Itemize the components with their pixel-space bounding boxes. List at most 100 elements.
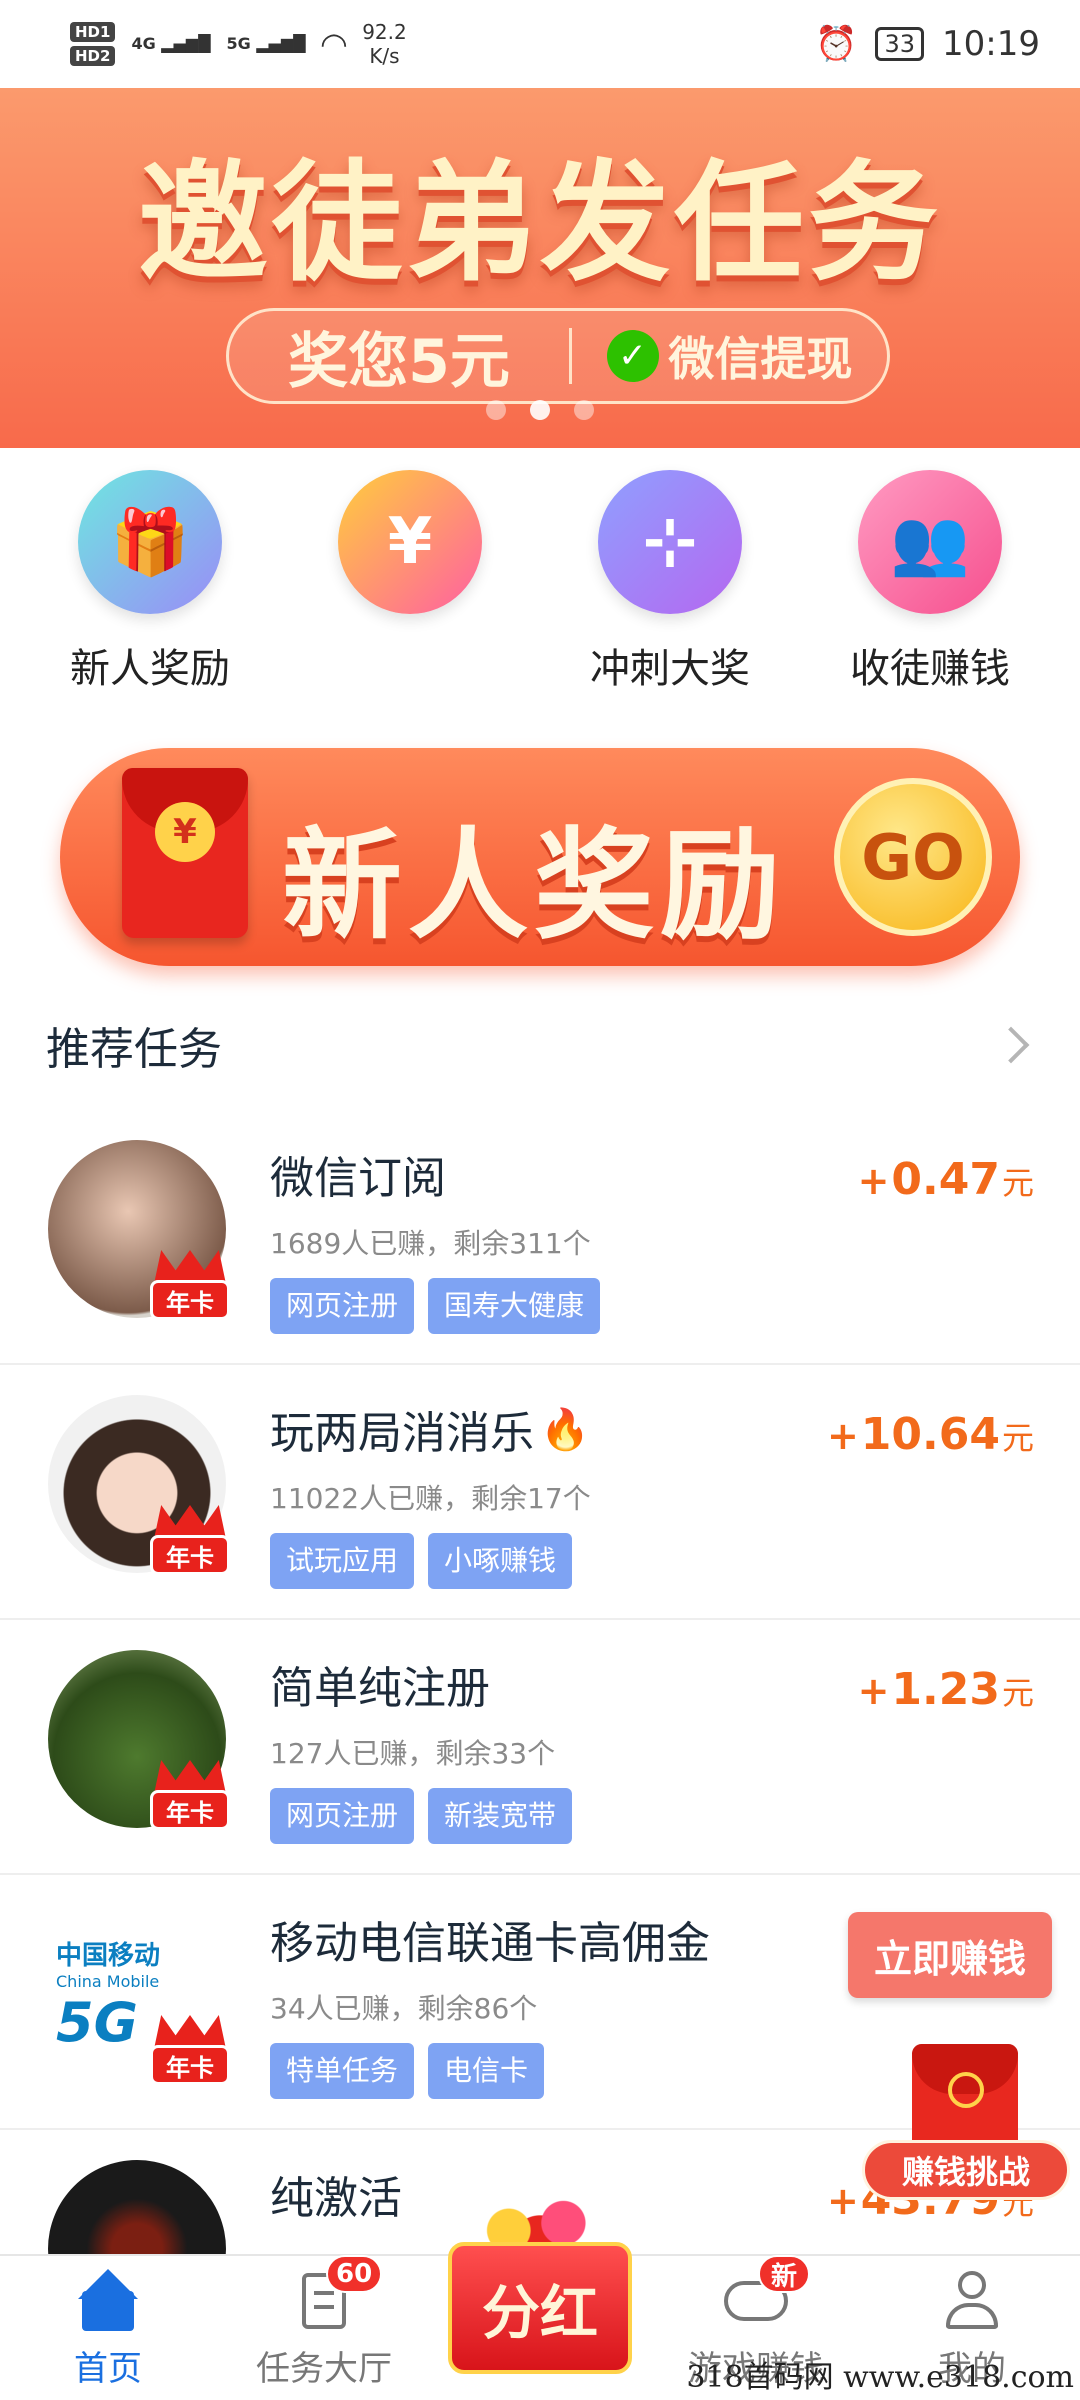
carousel-dots — [0, 400, 1080, 420]
reward-plus: + — [857, 1669, 890, 1713]
task-row[interactable]: 年卡 微信订阅 1689人已赚，剩余311个 网页注册 国寿大健康 + 0.47… — [0, 1110, 1080, 1365]
crown-top — [154, 2015, 226, 2049]
task-meta: 11022人已赚，剩余17个 — [270, 1482, 591, 1515]
crown-label: 年卡 — [150, 1280, 230, 1320]
task-reward: + 0.47 元 — [858, 1154, 1034, 1205]
task-title-text: 移动电信联通卡高佣金 — [270, 1918, 710, 1969]
reward-amount: 0.47 — [891, 1154, 1000, 1205]
section-title: 推荐任务 — [46, 1024, 222, 1075]
gift-icon: 🎁 — [78, 470, 222, 614]
task-reward: + 10.64 元 — [827, 1409, 1034, 1460]
wechat-check-icon: ✓ — [606, 330, 659, 382]
task-tag: 网页注册 — [270, 1278, 415, 1334]
status-bar: HD1 HD2 4G ▂▄▆█ 5G ▂▄▆█ ◠ 92.2 K/s ⏰ 33 … — [0, 0, 1080, 88]
alarm-icon: ⏰ — [815, 24, 858, 64]
hd2-badge: HD2 — [70, 46, 116, 66]
task-tags: 试玩应用 小啄赚钱 — [270, 1533, 573, 1589]
reward-unit: 元 — [1001, 1674, 1034, 1712]
network-speed: 92.2 K/s — [362, 20, 407, 68]
net2-label: 5G — [226, 34, 251, 53]
user-head — [958, 2271, 986, 2299]
task-tag: 国寿大健康 — [428, 1278, 601, 1334]
task-title: 微信订阅 — [270, 1142, 446, 1206]
task-reward: + 1.23 元 — [858, 1664, 1034, 1715]
carousel-dot-active[interactable] — [530, 400, 550, 420]
banner-title: 邀徒弟发任务 — [137, 147, 942, 299]
task-title-text: 纯激活 — [270, 2173, 402, 2224]
task-tags: 特单任务 电信卡 — [270, 2043, 545, 2099]
promo-banner[interactable]: 邀徒弟发任务 奖您5元 ✓ 微信提现 — [0, 88, 1080, 448]
home-body — [82, 2291, 134, 2331]
shortcut-newbie-reward[interactable]: 🎁 新人奖励 — [30, 470, 270, 692]
task-hall-icon: 60 — [292, 2255, 383, 2333]
newbie-reward-banner[interactable]: ¥ 新人奖励 GO — [60, 748, 1020, 966]
task-title-text: 简单纯注册 — [270, 1663, 490, 1714]
reward-amount: 10.64 — [860, 1409, 1000, 1460]
nav-dividend[interactable]: 分红 — [448, 2186, 632, 2386]
carousel-dot[interactable] — [574, 400, 594, 420]
nav-task-hall[interactable]: 60 任务大厅 — [216, 2255, 432, 2400]
banner-reward-pill: 奖您5元 ✓ 微信提现 — [226, 308, 890, 404]
shortcut-grid: 🎁 新人奖励 ¥ ⊹ 冲刺大奖 👥 收徒赚钱 — [0, 470, 1080, 692]
crown-badge-icon: 年卡 — [150, 1505, 230, 1579]
reward-unit: 元 — [1001, 1419, 1034, 1457]
task-tag: 试玩应用 — [270, 1533, 415, 1589]
watermark: 318首码网 www.e318.com — [686, 2360, 1074, 2395]
banner-reward-text: 奖您5元 — [288, 326, 510, 397]
task-row[interactable]: 年卡 玩两局消消乐 🔥 11022人已赚，剩余17个 试玩应用 小啄赚钱 + 10… — [0, 1365, 1080, 1620]
crown-top — [154, 1250, 226, 1284]
profile-icon — [940, 2269, 1004, 2333]
task-tag: 小啄赚钱 — [428, 1533, 573, 1589]
task-title: 纯激活 — [270, 2162, 402, 2226]
go-button[interactable]: GO — [834, 778, 992, 936]
crown-label: 年卡 — [150, 2045, 230, 2085]
signal-5g-icon: 5G ▂▄▆█ — [226, 34, 306, 53]
crown-badge-icon: 年卡 — [150, 1760, 230, 1834]
recommended-tasks-header[interactable]: 推荐任务 — [0, 1000, 1080, 1090]
chevron-right-icon[interactable] — [992, 1026, 1030, 1064]
nav-home[interactable]: 首页 — [0, 2256, 216, 2400]
earn-challenge-float[interactable]: 赚钱挑战 — [862, 2044, 1070, 2200]
task-tags: 网页注册 新装宽带 — [270, 1788, 573, 1844]
battery-indicator: 33 — [875, 27, 925, 61]
task-title: 简单纯注册 — [270, 1652, 490, 1716]
wechat-withdraw: ✓ 微信提现 — [572, 323, 887, 389]
task-row[interactable]: 年卡 简单纯注册 127人已赚，剩余33个 网页注册 新装宽带 + 1.23 元 — [0, 1620, 1080, 1875]
task-avatar: 年卡 — [48, 1395, 230, 1575]
carousel-dot[interactable] — [486, 400, 506, 420]
promo-text: 新人奖励 — [282, 817, 786, 956]
yuan-icon: ¥ — [338, 470, 482, 614]
reward-plus: + — [857, 1159, 890, 1203]
hd-badges: HD1 HD2 — [70, 22, 116, 66]
dividend-label: 分红 — [448, 2242, 632, 2374]
task-avatar: 年卡 — [48, 1140, 230, 1320]
earn-now-button[interactable]: 立即赚钱 — [848, 1912, 1052, 1998]
china-mobile-cn: 中国移动 — [56, 1940, 161, 1971]
crown-label: 年卡 — [150, 1535, 230, 1575]
shortcut-yuan[interactable]: ¥ — [290, 470, 530, 688]
clock: 10:19 — [942, 24, 1040, 64]
network-icon: ⊹ — [598, 470, 742, 614]
red-envelope-icon: ¥ — [122, 768, 248, 938]
shortcut-recruit-earn[interactable]: 👥 收徒赚钱 — [810, 470, 1050, 692]
task-tag: 电信卡 — [428, 2043, 545, 2099]
shortcut-label: 收徒赚钱 — [850, 646, 1010, 692]
crown-top — [154, 1505, 226, 1539]
shortcut-sprint-prize[interactable]: ⊹ 冲刺大奖 — [550, 470, 790, 692]
signal-4g-icon: 4G ▂▄▆█ — [131, 34, 211, 53]
task-title-text: 玩两局消消乐 — [270, 1408, 534, 1459]
speed-value: 92.2 — [362, 20, 407, 44]
task-tags: 网页注册 国寿大健康 — [270, 1278, 601, 1334]
reward-amount: 1.23 — [891, 1664, 1000, 1715]
task-tag: 特单任务 — [270, 2043, 415, 2099]
challenge-label: 赚钱挑战 — [862, 2140, 1070, 2200]
reward-unit: 元 — [1001, 1164, 1034, 1202]
net1-label: 4G — [131, 34, 156, 53]
clock-icon — [948, 2072, 984, 2108]
shortcut-label: 冲刺大奖 — [590, 646, 750, 692]
crown-top — [154, 1760, 226, 1794]
task-avatar: 中国移动 China Mobile 5G 年卡 — [48, 1905, 230, 2085]
task-title-text: 微信订阅 — [270, 1153, 446, 1204]
task-meta: 34人已赚，剩余86个 — [270, 1992, 538, 2025]
china-mobile-en: China Mobile — [56, 1971, 160, 1991]
